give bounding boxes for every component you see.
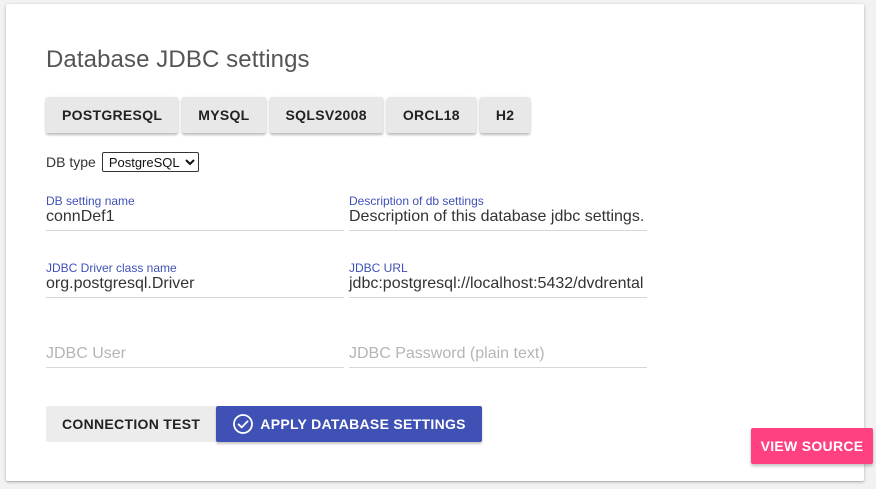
view-source-button[interactable]: VIEW SOURCE [751, 428, 873, 464]
page-title: Database JDBC settings [46, 46, 310, 73]
description-value: Description of this database jdbc settin… [349, 208, 645, 225]
postgresql-button[interactable]: POSTGRESQL [46, 97, 179, 133]
setting-name-value: connDef1 [46, 208, 115, 225]
driver-class-field[interactable]: JDBC Driver class name org.postgresql.Dr… [46, 261, 344, 298]
description-field[interactable]: Description of db settings Description o… [349, 194, 647, 231]
driver-class-label: JDBC Driver class name [46, 261, 177, 275]
check-circle-icon [232, 413, 254, 435]
description-label: Description of db settings [349, 194, 484, 208]
jdbc-url-label: JDBC URL [349, 261, 408, 275]
mysql-button[interactable]: MYSQL [182, 97, 266, 133]
orcl18-button[interactable]: ORCL18 [386, 97, 476, 133]
connection-test-button[interactable]: CONNECTION TEST [46, 406, 217, 442]
jdbc-password-field [349, 331, 647, 368]
jdbc-password-input[interactable] [349, 343, 647, 365]
db-type-row: DB type PostgreSQL [46, 152, 199, 172]
setting-name-label: DB setting name [46, 194, 135, 208]
driver-class-value: org.postgresql.Driver [46, 275, 195, 292]
action-buttons: CONNECTION TEST APPLY DATABASE SETTINGS [46, 406, 482, 442]
setting-name-field[interactable]: DB setting name connDef1 [46, 194, 344, 231]
jdbc-user-field [46, 331, 344, 368]
h2-button[interactable]: H2 [479, 97, 531, 133]
settings-card: Database JDBC settings POSTGRESQL MYSQL … [6, 4, 864, 481]
db-type-select[interactable]: PostgreSQL [101, 152, 199, 172]
jdbc-url-field[interactable]: JDBC URL jdbc:postgresql://localhost:543… [349, 261, 647, 298]
sqlsv2008-button[interactable]: SQLSV2008 [269, 97, 383, 133]
apply-label: APPLY DATABASE SETTINGS [260, 416, 466, 432]
jdbc-url-value: jdbc:postgresql://localhost:5432/dvdrent… [349, 275, 644, 292]
apply-database-settings-button[interactable]: APPLY DATABASE SETTINGS [216, 406, 482, 442]
db-preset-buttons: POSTGRESQL MYSQL SQLSV2008 ORCL18 H2 [46, 97, 531, 133]
db-type-label: DB type [46, 154, 96, 170]
jdbc-user-input[interactable] [46, 343, 344, 365]
